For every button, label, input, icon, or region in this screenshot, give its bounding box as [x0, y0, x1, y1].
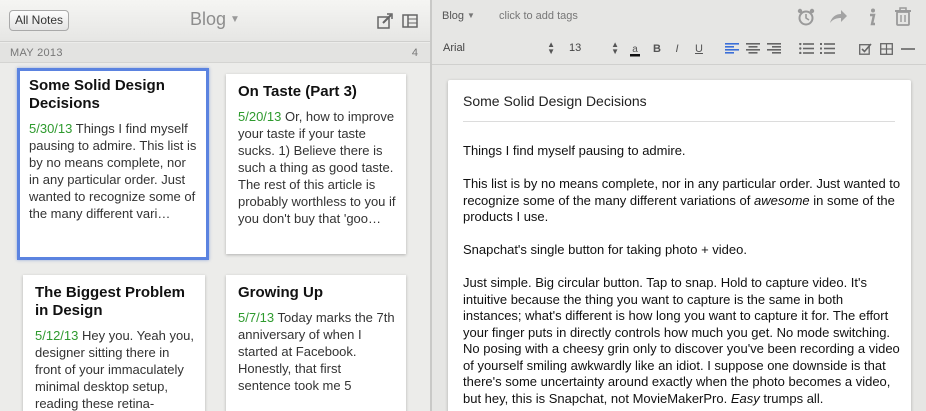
note-card-snippet: 5/12/13 Hey you. Yeah you, designer sitt…	[35, 327, 195, 411]
note-card-snippet: 5/7/13 Today marks the 7th anniversary o…	[238, 309, 396, 394]
note-card-snippet: 5/30/13 Things I find myself pausing to …	[29, 120, 199, 222]
text-color-button[interactable]: a	[627, 40, 643, 58]
horizontal-rule-button[interactable]	[900, 40, 916, 58]
note-card[interactable]: Growing Up 5/7/13 Today marks the 7th an…	[226, 275, 406, 411]
checkbox-icon	[858, 43, 872, 55]
align-center-icon	[746, 43, 760, 54]
note-text: Just simple. Big circular button. Tap to…	[463, 275, 900, 406]
font-size-value: 13	[569, 42, 582, 54]
note-text-emphasis: Easy	[730, 390, 760, 406]
note-card-date: 5/20/13	[238, 109, 282, 124]
note-card-date: 5/30/13	[29, 121, 73, 136]
note-card-snippet: 5/20/13 Or, how to improve your taste if…	[238, 108, 396, 227]
note-meta-bar: Blog ▼ click to add tags	[432, 0, 926, 33]
note-editor[interactable]: Some Solid Design Decisions Things I fin…	[448, 80, 911, 411]
checkbox-button[interactable]	[857, 40, 873, 58]
note-paragraph: Just simple. Big circular button. Tap to…	[463, 275, 903, 407]
formatting-toolbar: Arial ▲ ▼ 13 ▲ ▼ a B I U	[432, 33, 926, 65]
note-title-input[interactable]: Some Solid Design Decisions	[463, 93, 895, 122]
date-group-header: MAY 2013 4	[0, 43, 430, 63]
note-text: trumps all.	[759, 390, 824, 406]
font-family-value: Arial	[443, 42, 466, 54]
note-paragraph: This list is by no means complete, nor i…	[463, 176, 903, 226]
view-toggle-icon[interactable]	[402, 13, 418, 29]
note-paragraph: Things I find myself pausing to admire.	[463, 143, 686, 158]
reminder-icon[interactable]	[796, 7, 816, 27]
italic-button[interactable]: I	[669, 40, 685, 58]
note-card-title: On Taste (Part 3)	[238, 83, 357, 100]
note-list-header: All Notes Blog ▼	[0, 0, 430, 42]
info-icon[interactable]	[862, 7, 882, 27]
chevron-down-icon: ▼	[230, 14, 240, 25]
date-group-count: 4	[411, 47, 418, 59]
note-card-title: The Biggest Problem in Design	[35, 284, 186, 319]
trash-icon[interactable]	[893, 7, 913, 27]
chevron-down-icon: ▼	[467, 11, 475, 20]
new-note-icon[interactable]	[377, 13, 393, 29]
stepper-arrows-icon: ▲ ▼	[547, 40, 555, 56]
share-icon[interactable]	[828, 7, 848, 27]
align-left-button[interactable]	[724, 40, 740, 58]
numbered-list-button[interactable]	[819, 40, 835, 58]
numbered-list-icon	[819, 43, 835, 54]
align-left-icon	[725, 43, 739, 54]
note-card[interactable]: On Taste (Part 3) 5/20/13 Or, how to imp…	[226, 74, 406, 254]
note-body[interactable]: Things I find myself pausing to admire. …	[463, 143, 903, 411]
notebook-title-label: Blog	[190, 9, 227, 29]
bulleted-list-button[interactable]	[798, 40, 814, 58]
stepper-arrows-icon: ▲ ▼	[611, 40, 619, 56]
note-card-date: 5/12/13	[35, 328, 79, 343]
insert-table-button[interactable]	[878, 40, 894, 58]
text-color-icon: a	[630, 44, 640, 57]
table-icon	[879, 43, 893, 55]
date-group-label: MAY 2013	[10, 47, 63, 59]
notebook-title[interactable]: Blog ▼	[190, 9, 240, 30]
notebook-selector-label: Blog	[442, 10, 465, 22]
underline-button[interactable]: U	[691, 40, 707, 58]
note-card-date: 5/7/13	[238, 310, 275, 325]
align-center-button[interactable]	[745, 40, 761, 58]
note-card[interactable]: Some Solid Design Decisions 5/30/13 Thin…	[17, 68, 209, 260]
all-notes-button[interactable]: All Notes	[9, 10, 70, 31]
align-right-icon	[767, 43, 781, 54]
bulleted-list-icon	[798, 42, 814, 55]
note-card-title: Growing Up	[238, 284, 323, 301]
font-size-select[interactable]: 13 ▲ ▼	[569, 40, 619, 56]
notebook-selector[interactable]: Blog ▼	[442, 10, 475, 22]
bold-button[interactable]: B	[649, 40, 665, 58]
note-card[interactable]: The Biggest Problem in Design 5/12/13 He…	[23, 275, 205, 411]
horizontal-rule-icon	[901, 48, 915, 50]
tags-input[interactable]: click to add tags	[499, 10, 578, 22]
note-text-emphasis: awesome	[753, 192, 810, 208]
note-card-text: Or, how to improve your taste if your ta…	[238, 109, 396, 226]
svg-text:a: a	[632, 44, 638, 55]
align-right-button[interactable]	[766, 40, 782, 58]
note-list-pane: All Notes Blog ▼ MAY 2013 4 Some Solid De…	[0, 0, 430, 411]
note-card-text: Things I find myself pausing to admire. …	[29, 121, 197, 221]
note-card-title: Some Solid Design Decisions	[29, 77, 165, 112]
font-family-select[interactable]: Arial ▲ ▼	[443, 40, 555, 56]
note-paragraph: Snapchat's single button for taking phot…	[463, 242, 747, 257]
